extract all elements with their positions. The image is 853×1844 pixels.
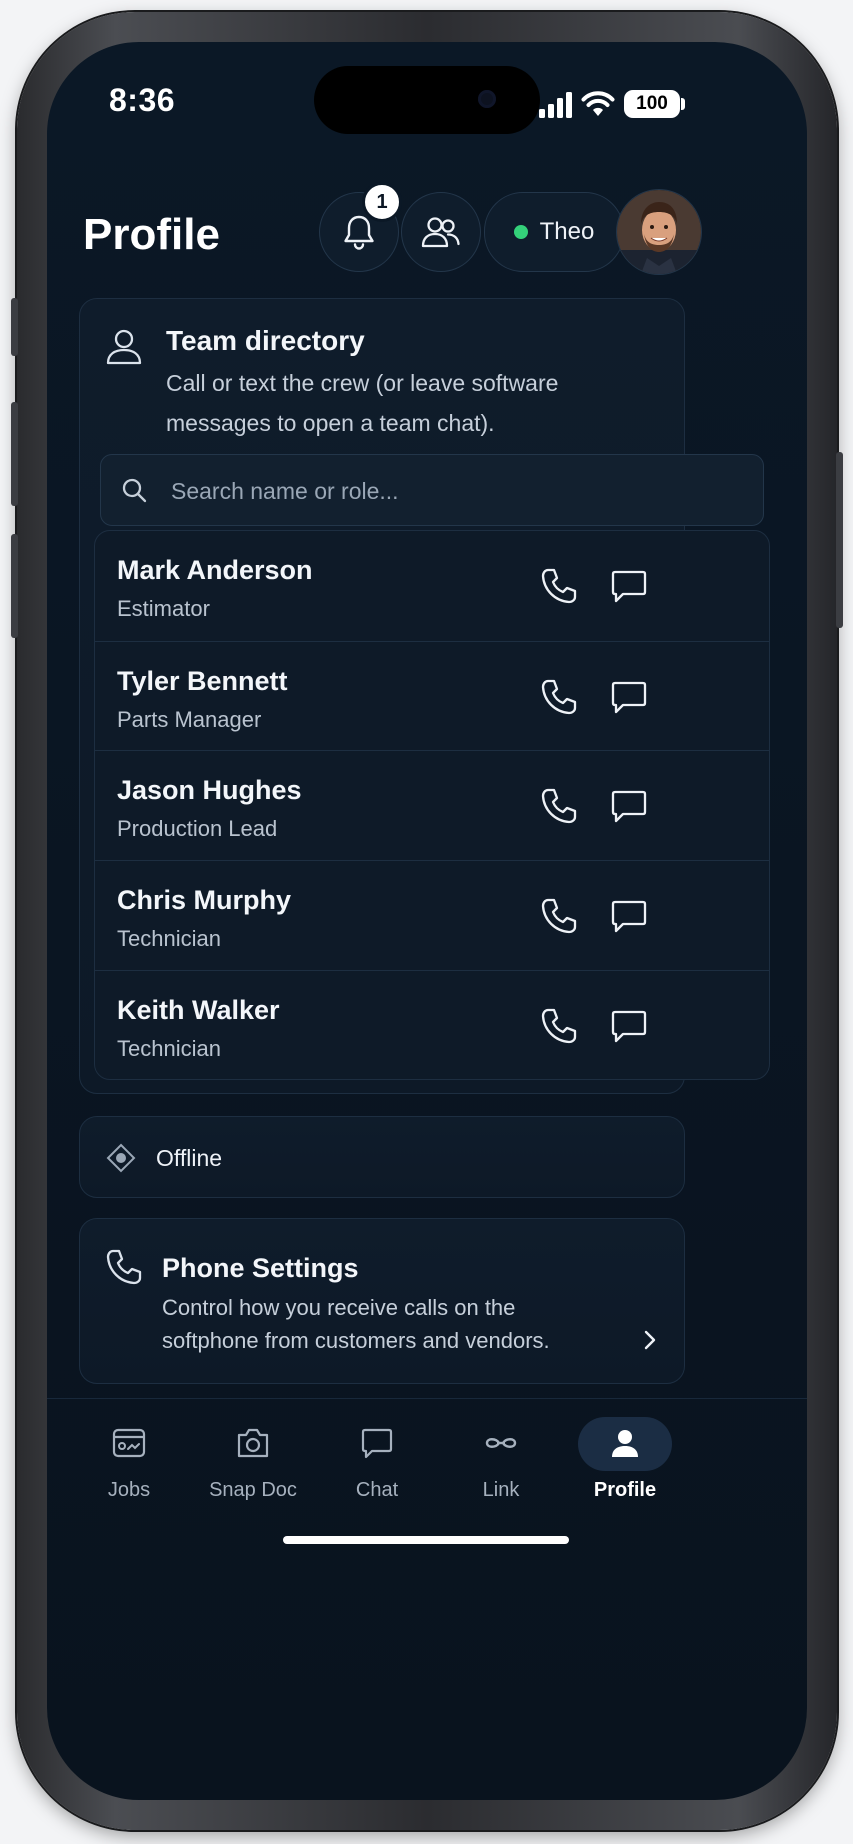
status-time: 8:36 [109, 82, 176, 118]
camera-icon [237, 1428, 269, 1458]
page-title: Profile [83, 210, 220, 259]
message-icon[interactable] [609, 566, 649, 606]
team-directory-title: Team directory [166, 325, 365, 356]
tab-label: Snap Doc [209, 1479, 297, 1501]
list-item: Keith Walker Technician [95, 970, 769, 1079]
status-name: Theo [539, 218, 595, 245]
phone-frame: 8:36 100 Profile 1 Theo Team directory C… [11, 12, 843, 1830]
list-item: Mark Anderson Estimator [95, 531, 769, 641]
presence-status-button[interactable]: Theo [484, 192, 624, 272]
call-icon[interactable] [539, 566, 579, 606]
avatar[interactable] [616, 189, 702, 275]
call-icon[interactable] [539, 677, 579, 717]
member-name: Tyler Bennett [117, 666, 288, 696]
home-indicator [283, 1536, 569, 1544]
member-role: Technician [117, 1036, 221, 1061]
status-dot [513, 225, 528, 239]
chat-icon [361, 1428, 393, 1459]
dynamic-island [314, 66, 540, 134]
message-icon[interactable] [609, 1006, 649, 1046]
tab-chat[interactable]: Chat [317, 1399, 437, 1529]
phone-icon [106, 1249, 142, 1285]
message-icon[interactable] [609, 786, 649, 826]
battery-indicator: 100 [624, 90, 680, 118]
profile-icon [612, 1430, 638, 1457]
notification-badge: 1 [362, 182, 402, 222]
phone-settings-description: Control how you receive calls on the sof… [162, 1295, 550, 1353]
message-icon[interactable] [609, 896, 649, 936]
user-photo [617, 190, 701, 274]
message-icon[interactable] [609, 677, 649, 717]
team-button[interactable] [401, 192, 481, 272]
tab-label: Link [482, 1479, 520, 1501]
chevron-right-icon [644, 1330, 656, 1350]
tab-bar: Jobs Snap Doc Chat Link Profile [47, 1398, 807, 1529]
bell-icon [344, 215, 374, 250]
tab-profile[interactable]: Profile [565, 1399, 685, 1529]
team-member-list: Mark Anderson Estimator Tyler Bennett Pa… [94, 530, 770, 1080]
users-icon [421, 217, 460, 248]
search-bar [100, 454, 764, 527]
call-icon[interactable] [539, 1006, 579, 1046]
signal-icon [539, 92, 572, 118]
member-name: Jason Hughes [117, 775, 302, 805]
member-name: Mark Anderson [117, 555, 313, 585]
member-name: Keith Walker [117, 995, 280, 1025]
power-button [836, 452, 843, 628]
tab-jobs[interactable]: Jobs [69, 1399, 189, 1529]
volume-up-button [11, 402, 18, 506]
team-directory-description: Call or text the crew (or leave software… [166, 370, 559, 436]
search-input[interactable] [169, 455, 753, 527]
offline-status-icon [106, 1143, 136, 1173]
member-role: Technician [117, 926, 221, 951]
tab-label: Profile [593, 1479, 657, 1501]
tab-label: Jobs [107, 1479, 151, 1501]
link-icon [485, 1438, 517, 1448]
phone-settings-card[interactable]: Phone Settings Control how you receive c… [79, 1218, 685, 1384]
side-button [11, 298, 18, 356]
volume-down-button [11, 534, 18, 638]
member-role: Estimator [117, 596, 210, 621]
call-icon[interactable] [539, 896, 579, 936]
offline-card[interactable]: Offline [79, 1116, 685, 1198]
list-item: Jason Hughes Production Lead [95, 750, 769, 861]
person-icon [106, 329, 142, 365]
battery-tip [681, 98, 685, 110]
offline-label: Offline [156, 1145, 223, 1171]
front-camera [478, 90, 496, 108]
phone-settings-title: Phone Settings [162, 1253, 359, 1283]
tab-link[interactable]: Link [441, 1399, 561, 1529]
screen: 8:36 100 Profile 1 Theo Team directory C… [47, 42, 807, 1800]
call-icon[interactable] [539, 786, 579, 826]
member-role: Production Lead [117, 816, 278, 841]
search-icon [122, 478, 147, 503]
jobs-icon [112, 1428, 146, 1458]
member-role: Parts Manager [117, 707, 262, 732]
tab-label: Chat [355, 1479, 399, 1501]
wifi-icon [581, 91, 615, 116]
tab-snap-doc[interactable]: Snap Doc [193, 1399, 313, 1529]
list-item: Tyler Bennett Parts Manager [95, 641, 769, 752]
list-item: Chris Murphy Technician [95, 860, 769, 971]
member-name: Chris Murphy [117, 885, 292, 915]
